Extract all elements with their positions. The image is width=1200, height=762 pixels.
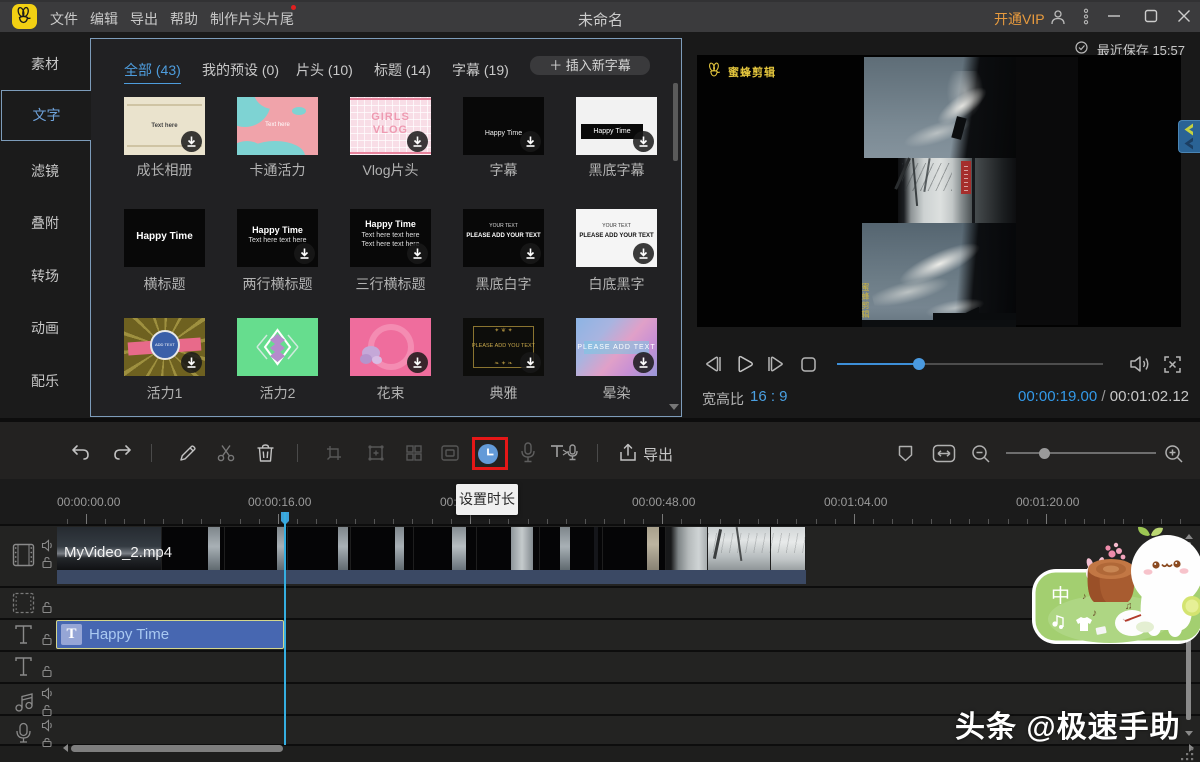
- svg-text:中: 中: [1051, 585, 1070, 607]
- svg-text:♪: ♪: [1082, 591, 1087, 601]
- svg-text:♪: ♪: [1092, 608, 1097, 619]
- svg-text:♫: ♫: [1125, 601, 1133, 612]
